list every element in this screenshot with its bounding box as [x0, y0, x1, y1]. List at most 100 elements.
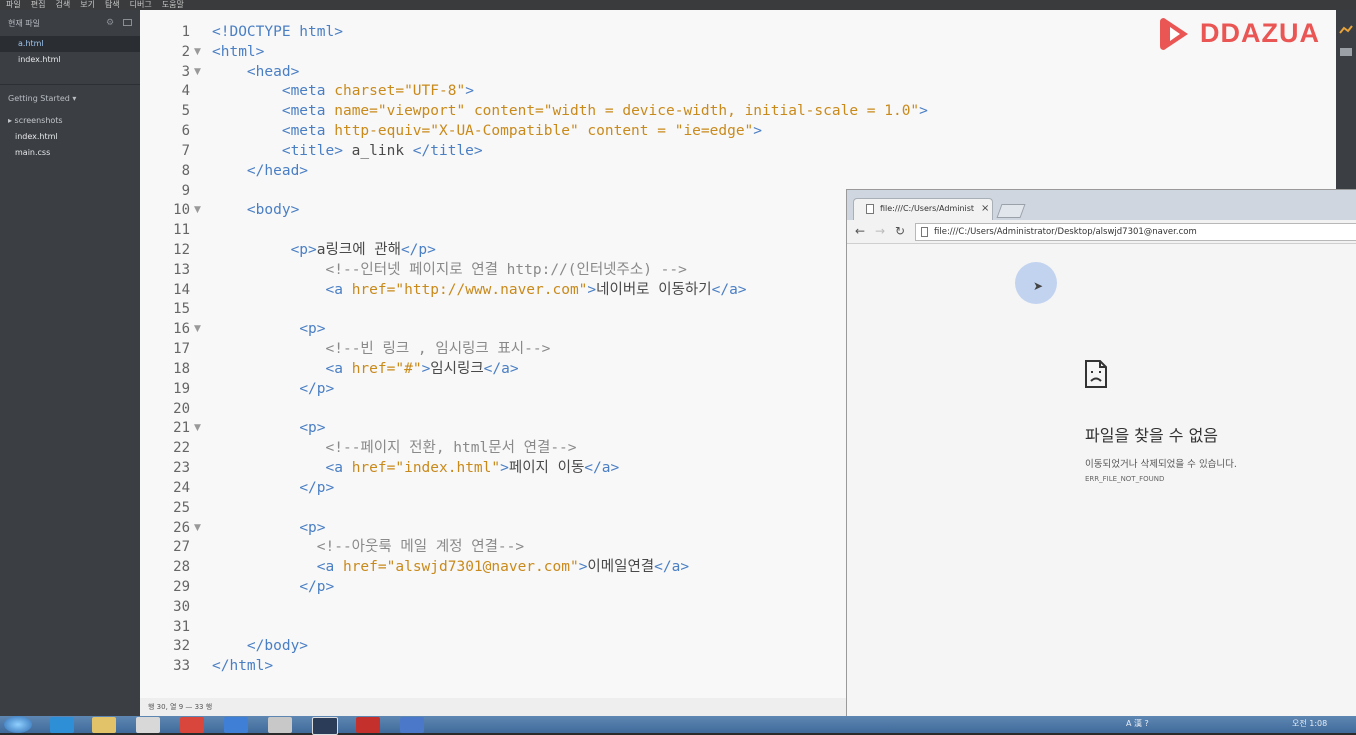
- code-line[interactable]: <html>: [212, 42, 264, 62]
- tree-item-index-html[interactable]: index.html: [0, 129, 140, 145]
- line-number: 18: [173, 360, 190, 377]
- tab-title: file:///C:/Users/Administ: [880, 204, 975, 213]
- line-number: 14: [173, 281, 190, 298]
- tree-item-label: main.css: [15, 148, 51, 157]
- line-gutter: 1 2 ▼ 3 ▼ 4 5 6 7 8 9 10 ▼ 11 12 13 14 15 16 ▼ 17 18 19 20 21 ▼ 22…: [140, 10, 206, 698]
- media-player-icon[interactable]: [136, 717, 160, 733]
- code-line[interactable]: </html>: [212, 656, 273, 676]
- menu-item[interactable]: 검색: [55, 0, 70, 9]
- gear-icon[interactable]: ⚙: [106, 18, 114, 28]
- code-line[interactable]: <!--페이지 전환, html문서 연결-->: [212, 438, 577, 458]
- menu-item[interactable]: 보기: [80, 0, 95, 9]
- paint-icon[interactable]: [268, 717, 292, 733]
- mouse-cursor-icon: ➤: [1033, 279, 1044, 293]
- code-line[interactable]: <a href="alswjd7301@naver.com">이메일연결</a>: [212, 557, 689, 577]
- menu-item[interactable]: 파일: [6, 0, 21, 9]
- menu-item[interactable]: 탐색: [105, 0, 120, 9]
- fold-arrow-icon[interactable]: ▼: [194, 319, 201, 339]
- line-number: 30: [173, 598, 190, 615]
- line-number: 2: [181, 43, 190, 60]
- line-number: 10: [173, 202, 190, 219]
- fold-arrow-icon[interactable]: ▼: [194, 42, 201, 62]
- fold-arrow-icon[interactable]: ▼: [194, 62, 201, 82]
- line-number: 8: [181, 162, 190, 179]
- fold-arrow-icon[interactable]: ▼: [194, 518, 201, 538]
- code-line[interactable]: <!--빈 링크 , 임시링크 표시-->: [212, 339, 551, 359]
- status-bar: 행 30, 열 9 — 33 행: [140, 698, 848, 716]
- line-number: 11: [173, 222, 190, 239]
- split-view-icon[interactable]: [123, 19, 132, 26]
- code-line[interactable]: <!DOCTYPE html>: [212, 22, 343, 42]
- fold-arrow-icon[interactable]: ▼: [194, 200, 201, 220]
- sidebar-divider: [0, 84, 140, 85]
- back-icon[interactable]: ←: [855, 224, 865, 238]
- menu-bar: 파일 편집 검색 보기 탐색 디버그 도움말: [0, 0, 1356, 10]
- line-number: 6: [181, 123, 190, 140]
- chrome-window-icon[interactable]: [400, 717, 424, 733]
- code-line[interactable]: </head>: [212, 161, 308, 181]
- tree-item-main-css[interactable]: main.css: [0, 145, 140, 161]
- browser-tab-bar: file:///C:/Users/Administ ×: [847, 190, 1356, 220]
- close-tab-icon[interactable]: ×: [981, 203, 989, 214]
- chrome-canary-icon[interactable]: [224, 717, 248, 733]
- tree-item-screenshots[interactable]: ▸ screenshots: [0, 113, 140, 129]
- code-line[interactable]: <meta http-equiv="X-UA-Compatible" conte…: [212, 121, 762, 141]
- code-line[interactable]: </p>: [212, 478, 334, 498]
- extension-manager-icon[interactable]: [1339, 46, 1353, 56]
- system-tray[interactable]: A 漢 ?: [1126, 718, 1149, 729]
- acrobat-icon[interactable]: [356, 717, 380, 733]
- code-line[interactable]: <!--인터넷 페이지로 연결 http://(인터넷주소) -->: [212, 260, 687, 280]
- reload-icon[interactable]: ↻: [895, 224, 905, 238]
- project-dropdown[interactable]: Getting Started ▾: [8, 94, 76, 103]
- code-line[interactable]: <p>a링크에 관해</p>: [212, 240, 436, 260]
- code-line[interactable]: </p>: [212, 379, 334, 399]
- explorer-icon[interactable]: [92, 717, 116, 733]
- start-button-icon[interactable]: [4, 716, 32, 733]
- line-number: 3: [181, 63, 190, 80]
- working-file-a-html[interactable]: a.html: [0, 36, 140, 52]
- code-line[interactable]: <meta charset="UTF-8">: [212, 81, 474, 101]
- url-text: file:///C:/Users/Administrator/Desktop/a…: [934, 227, 1197, 237]
- code-line[interactable]: <a href="#">임시링크</a>: [212, 359, 519, 379]
- code-line[interactable]: <title> a_link </title>: [212, 141, 483, 161]
- tree-item-label: ▸ screenshots: [8, 116, 63, 125]
- forward-icon[interactable]: →: [875, 224, 885, 238]
- line-number: 23: [173, 460, 190, 477]
- code-line[interactable]: </p>: [212, 577, 334, 597]
- browser-tab[interactable]: file:///C:/Users/Administ ×: [853, 198, 993, 220]
- live-preview-icon[interactable]: [1339, 24, 1353, 36]
- line-number: 26: [173, 519, 190, 536]
- code-line[interactable]: <meta name="viewport" content="width = d…: [212, 101, 928, 121]
- menu-item[interactable]: 편집: [31, 0, 46, 9]
- code-line[interactable]: <p>: [212, 418, 325, 438]
- menu-item[interactable]: 디버그: [130, 0, 152, 9]
- working-file-index-html[interactable]: index.html: [0, 52, 140, 68]
- ie-icon[interactable]: [50, 717, 74, 733]
- code-line[interactable]: <a href="index.html">페이지 이동</a>: [212, 458, 620, 478]
- code-line[interactable]: <head>: [212, 62, 299, 82]
- working-file-label: index.html: [18, 55, 61, 64]
- code-line[interactable]: <a href="http://www.naver.com">네이버로 이동하기…: [212, 280, 747, 300]
- address-bar[interactable]: file:///C:/Users/Administrator/Desktop/a…: [915, 223, 1356, 241]
- working-file-label: a.html: [18, 39, 44, 48]
- line-number: 4: [181, 83, 190, 100]
- line-number: 21: [173, 420, 190, 437]
- code-line[interactable]: <!--아웃룩 메일 계정 연결-->: [212, 537, 524, 557]
- code-line[interactable]: <p>: [212, 518, 325, 538]
- error-title: 파일을 찾을 수 없음: [1085, 426, 1219, 445]
- line-number: 13: [173, 261, 190, 278]
- page-icon: [866, 204, 874, 214]
- menu-item[interactable]: 도움말: [162, 0, 184, 9]
- taskbar: A 漢 ? 오전 1:08: [0, 716, 1356, 735]
- chrome-icon[interactable]: [180, 717, 204, 733]
- line-number: 24: [173, 479, 190, 496]
- line-number: 15: [173, 301, 190, 318]
- brackets-icon[interactable]: [312, 717, 338, 735]
- new-tab-button[interactable]: [996, 204, 1026, 218]
- fold-arrow-icon[interactable]: ▼: [194, 418, 201, 438]
- code-line[interactable]: <p>: [212, 319, 325, 339]
- line-number: 22: [173, 440, 190, 457]
- line-number: 19: [173, 380, 190, 397]
- code-line[interactable]: </body>: [212, 636, 308, 656]
- code-line[interactable]: <body>: [212, 200, 299, 220]
